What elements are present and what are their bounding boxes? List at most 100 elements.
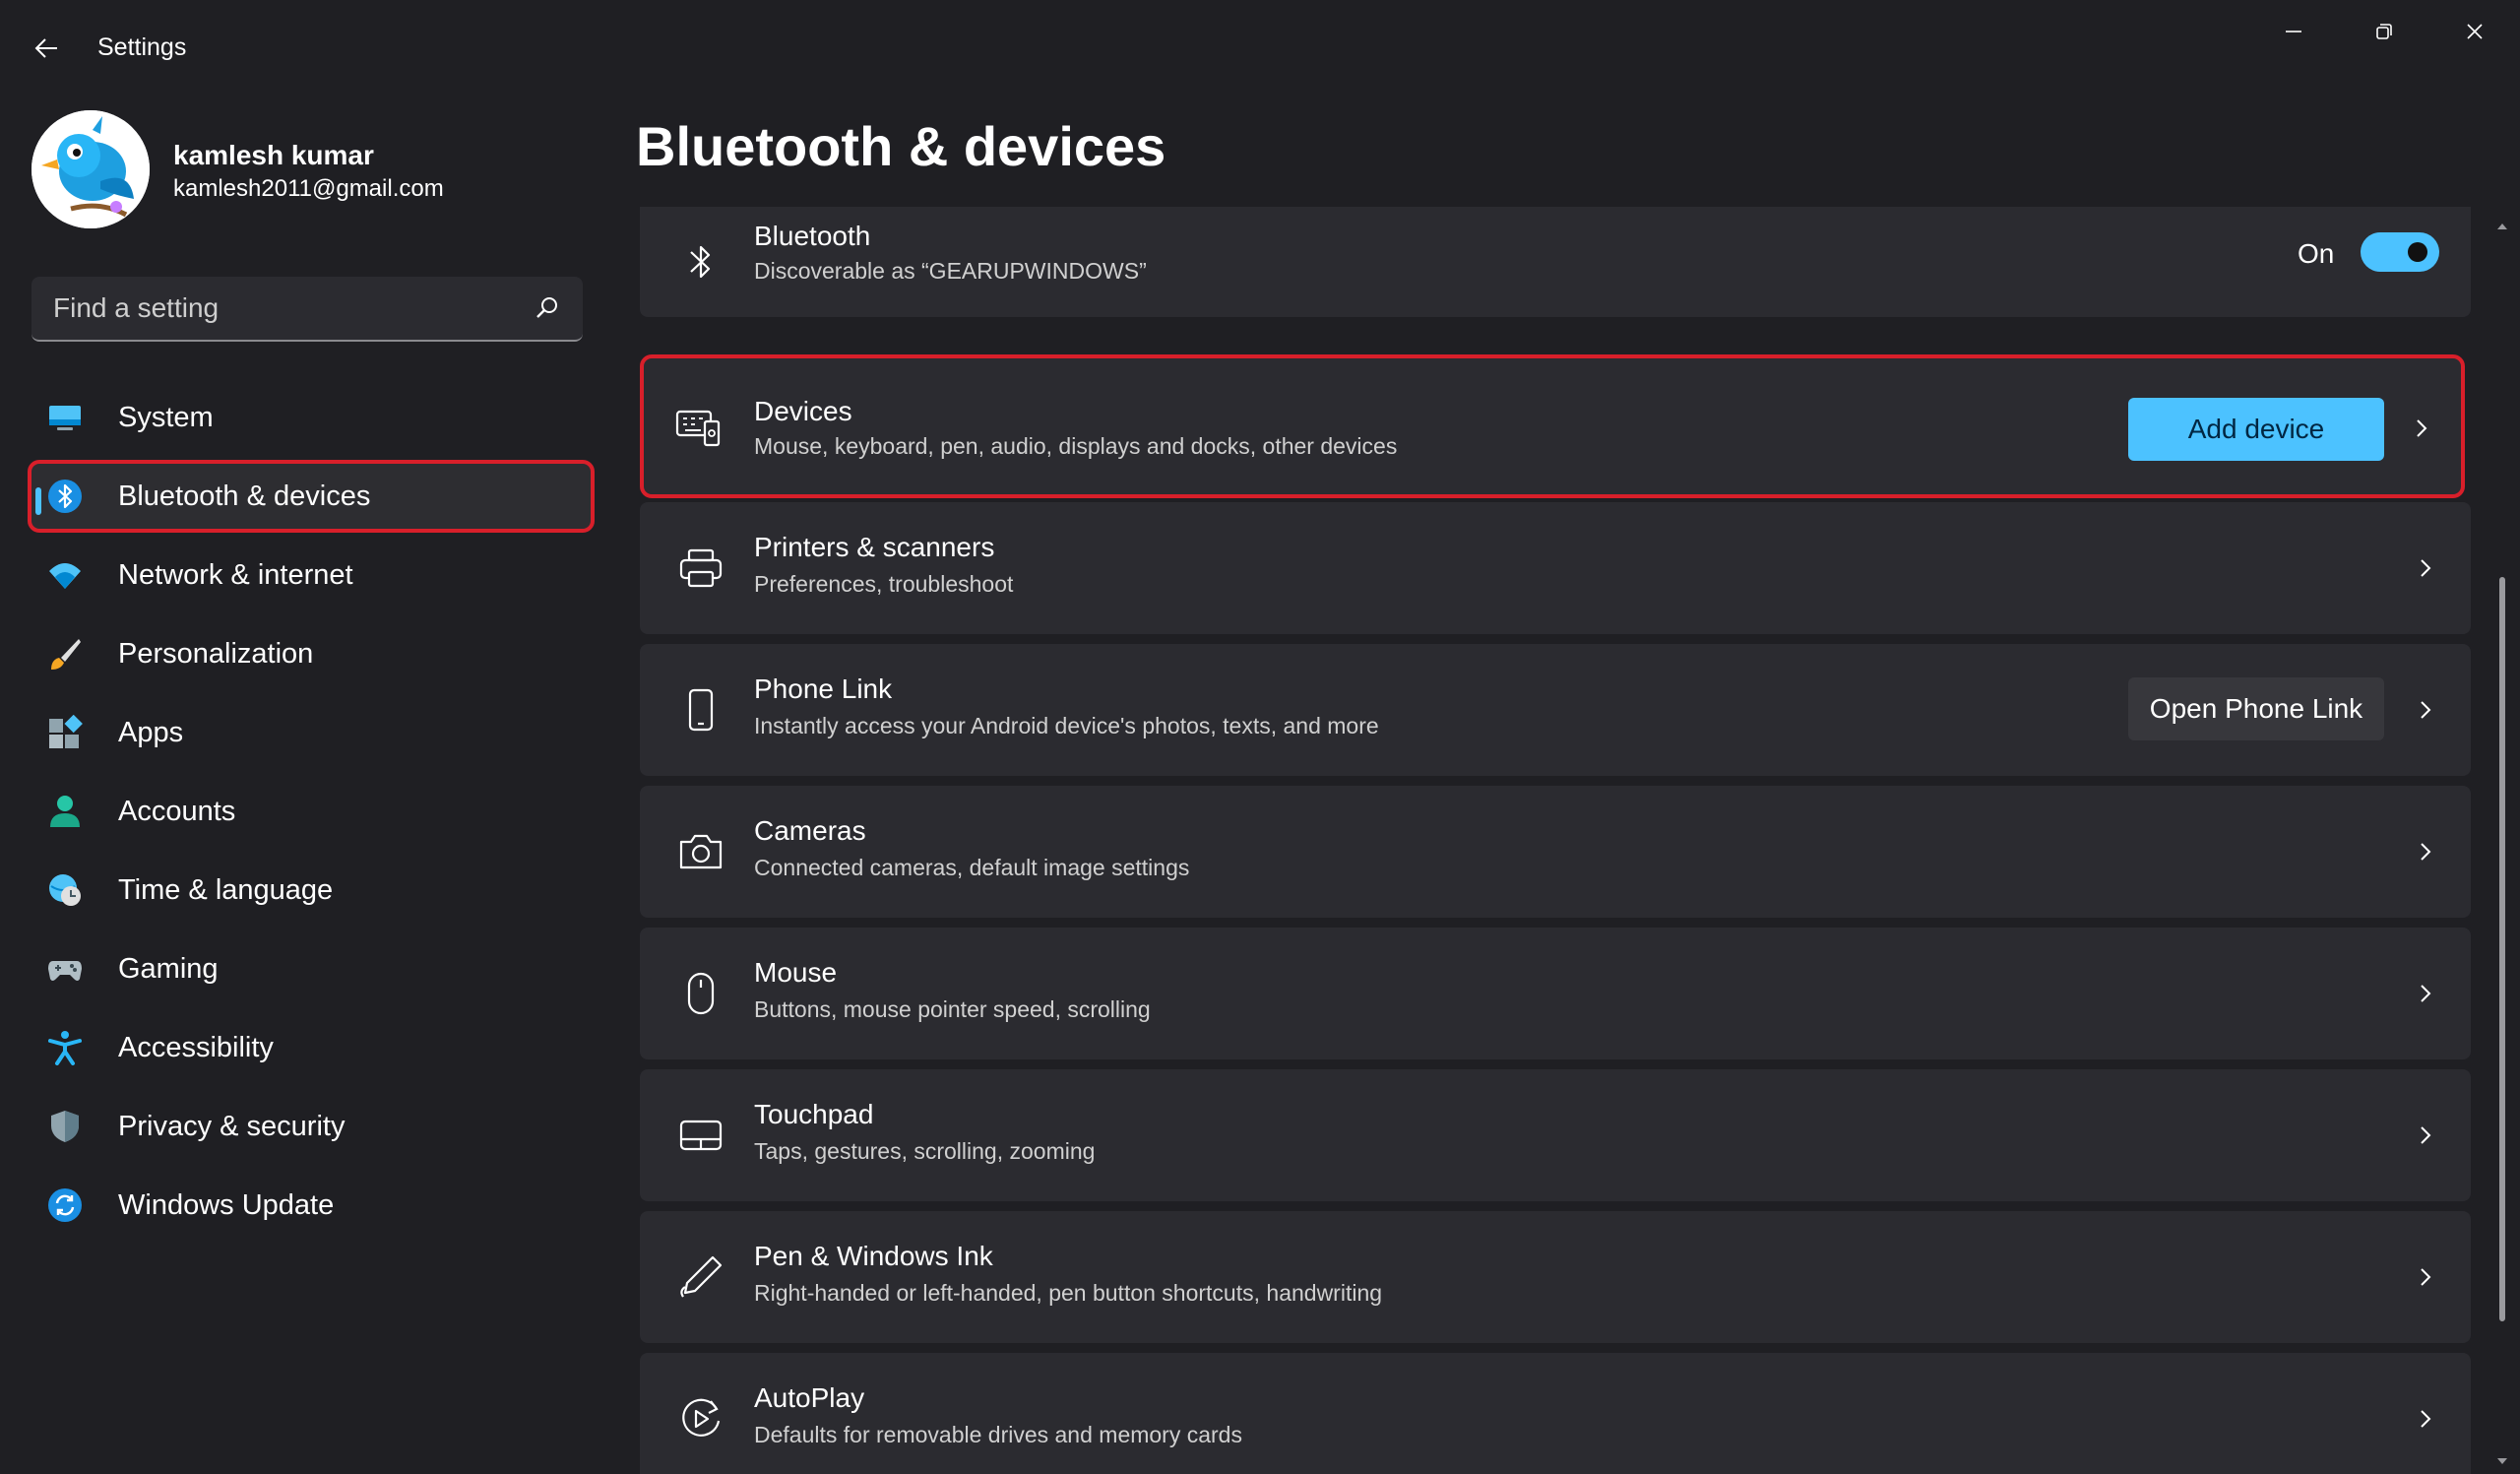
minimize-button[interactable]	[2248, 0, 2339, 63]
chevron-right-icon[interactable]	[2410, 1120, 2441, 1151]
sidebar-item-personalization[interactable]: Personalization	[28, 617, 595, 690]
touchpad-title: Touchpad	[754, 1099, 874, 1129]
sidebar-item-windows-update[interactable]: Windows Update	[28, 1169, 595, 1242]
chevron-right-icon[interactable]	[2410, 978, 2441, 1009]
scroll-down-arrow-icon[interactable]	[2494, 1453, 2510, 1469]
sidebar-item-system[interactable]: System	[28, 381, 595, 454]
toggle-state-label: On	[2298, 238, 2335, 269]
autoplay-title: AutoPlay	[754, 1382, 865, 1413]
bluetooth-icon	[48, 480, 82, 513]
autoplay-subtitle: Defaults for removable drives and memory…	[754, 1422, 1242, 1447]
user-email: kamlesh2011@gmail.com	[173, 175, 444, 202]
autoplay-card[interactable]: AutoPlay Defaults for removable drives a…	[640, 1353, 2471, 1474]
system-icon	[49, 406, 81, 430]
sidebar-item-network-internet[interactable]: Network & internet	[28, 539, 595, 611]
printer-icon	[679, 548, 723, 588]
pen-windows-ink-card[interactable]: Pen & Windows Ink Right-handed or left-h…	[640, 1211, 2471, 1343]
bluetooth-subtitle: Discoverable as “GEARUPWINDOWS”	[754, 258, 1147, 284]
sidebar-item-label: Windows Update	[118, 1189, 335, 1221]
sidebar-item-accessibility[interactable]: Accessibility	[28, 1011, 595, 1084]
autoplay-icon	[682, 1398, 721, 1437]
sidebar-item-apps[interactable]: Apps	[28, 696, 595, 769]
sidebar-item-privacy-security[interactable]: Privacy & security	[28, 1090, 595, 1163]
sidebar-item-label: Apps	[118, 717, 184, 748]
page-title: Bluetooth & devices	[636, 115, 1166, 177]
pen-subtitle: Right-handed or left-handed, pen button …	[754, 1280, 1383, 1306]
accessibility-icon	[48, 1031, 82, 1065]
brush-icon	[51, 639, 81, 670]
gamepad-icon	[48, 961, 82, 981]
close-icon	[2467, 24, 2483, 39]
devices-card[interactable]: Devices Mouse, keyboard, pen, audio, dis…	[640, 354, 2465, 498]
phone-link-title: Phone Link	[754, 673, 893, 704]
sidebar-item-label: Bluetooth & devices	[118, 481, 371, 512]
apps-icon	[49, 715, 83, 748]
chevron-right-icon[interactable]	[2410, 1403, 2441, 1435]
sidebar-item-label: Network & internet	[118, 559, 353, 591]
camera-icon	[679, 834, 723, 869]
search-box[interactable]	[32, 277, 583, 342]
toggle-knob	[2408, 242, 2427, 262]
sidebar-item-time-language[interactable]: Time & language	[28, 854, 595, 927]
back-button[interactable]	[22, 26, 71, 71]
restore-button[interactable]	[2339, 0, 2429, 63]
devices-title: Devices	[754, 396, 852, 426]
person-icon	[50, 796, 80, 827]
printers-subtitle: Preferences, troubleshoot	[754, 571, 1014, 597]
search-input[interactable]	[53, 277, 526, 340]
chevron-right-icon[interactable]	[2410, 552, 2441, 584]
sidebar-nav: System Bluetooth & devices Network & int…	[28, 381, 595, 1248]
sidebar-item-gaming[interactable]: Gaming	[28, 932, 595, 1005]
user-profile[interactable]: kamlesh kumar kamlesh2011@gmail.com	[32, 110, 583, 228]
shield-icon	[51, 1111, 79, 1142]
sidebar-item-label: Accounts	[118, 796, 236, 827]
touchpad-subtitle: Taps, gestures, scrolling, zooming	[754, 1138, 1096, 1164]
touchpad-icon	[679, 1120, 723, 1151]
bird-avatar-icon	[32, 110, 150, 228]
selection-indicator	[35, 487, 41, 515]
title-bar: Settings	[0, 0, 2520, 96]
sidebar-item-accounts[interactable]: Accounts	[28, 775, 595, 848]
cameras-subtitle: Connected cameras, default image setting…	[754, 855, 1190, 880]
sidebar-item-label: Gaming	[118, 953, 219, 985]
cameras-title: Cameras	[754, 815, 866, 846]
mouse-title: Mouse	[754, 957, 838, 988]
sidebar-item-label: Accessibility	[118, 1032, 274, 1063]
scrollbar-thumb[interactable]	[2499, 577, 2505, 1321]
update-icon	[48, 1188, 82, 1222]
chevron-right-icon[interactable]	[2410, 836, 2441, 867]
minimize-icon	[2286, 31, 2301, 32]
bluetooth-title: Bluetooth	[754, 221, 871, 251]
pen-icon	[680, 1255, 723, 1298]
phone-link-card[interactable]: Phone Link Instantly access your Android…	[640, 644, 2471, 776]
mouse-icon	[687, 972, 715, 1015]
touchpad-card[interactable]: Touchpad Taps, gestures, scrolling, zoom…	[640, 1069, 2471, 1201]
bluetooth-card: Bluetooth Discoverable as “GEARUPWINDOWS…	[640, 207, 2471, 317]
sidebar-item-bluetooth-devices[interactable]: Bluetooth & devices	[28, 460, 595, 533]
add-device-button[interactable]: Add device	[2128, 398, 2384, 461]
devices-subtitle: Mouse, keyboard, pen, audio, displays an…	[754, 433, 1398, 459]
user-name: kamlesh kumar	[173, 140, 374, 170]
bluetooth-toggle[interactable]	[2361, 232, 2439, 272]
pen-title: Pen & Windows Ink	[754, 1241, 993, 1271]
chevron-right-icon[interactable]	[2410, 694, 2441, 726]
cameras-card[interactable]: Cameras Connected cameras, default image…	[640, 786, 2471, 918]
chevron-right-icon[interactable]	[2406, 413, 2437, 444]
bluetooth-icon	[690, 245, 711, 279]
chevron-right-icon[interactable]	[2410, 1261, 2441, 1293]
printers-scanners-card[interactable]: Printers & scanners Preferences, trouble…	[640, 502, 2471, 634]
devices-icon	[675, 410, 721, 447]
open-phone-link-button[interactable]: Open Phone Link	[2128, 677, 2384, 740]
wifi-icon	[49, 563, 81, 589]
phone-link-subtitle: Instantly access your Android device's p…	[754, 713, 1379, 738]
sidebar-item-label: Time & language	[118, 874, 334, 906]
avatar	[32, 110, 150, 228]
mouse-card[interactable]: Mouse Buttons, mouse pointer speed, scro…	[640, 928, 2471, 1059]
sidebar-item-label: Privacy & security	[118, 1111, 346, 1142]
search-icon[interactable]	[532, 292, 563, 324]
close-button[interactable]	[2429, 0, 2520, 63]
scroll-up-arrow-icon[interactable]	[2494, 219, 2510, 234]
sidebar-item-label: System	[118, 402, 214, 433]
globe-clock-icon	[49, 874, 81, 906]
restore-icon	[2376, 24, 2392, 39]
